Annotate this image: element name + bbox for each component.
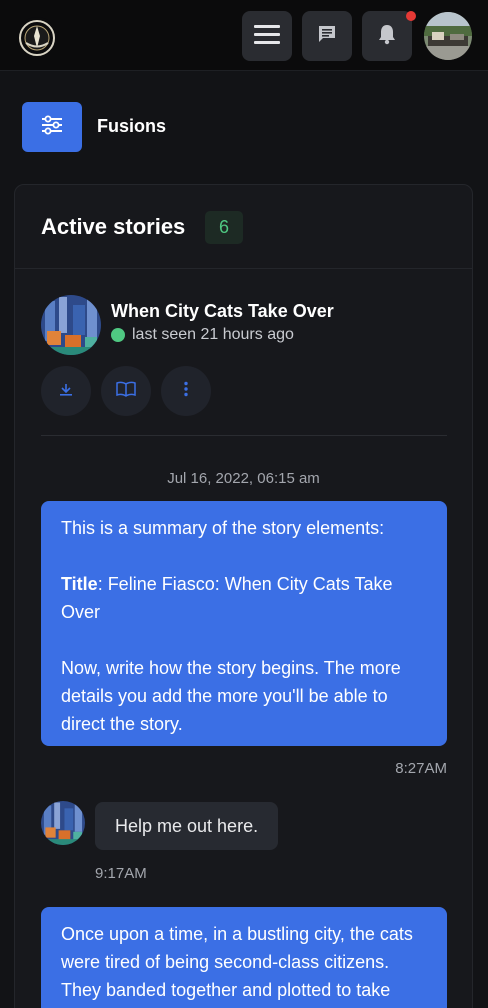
user-avatar[interactable]: [424, 12, 472, 60]
sliders-icon: [41, 115, 63, 140]
message-bubble-sent: This is a summary of the story elements:…: [41, 501, 447, 746]
panel-header: Active stories 6: [15, 185, 472, 269]
message-text: This is a summary of the story elements:: [61, 518, 385, 538]
message-time: 8:27AM: [395, 760, 447, 777]
more-vertical-icon: [183, 381, 189, 402]
last-seen-text: last seen 21 hours ago: [132, 326, 294, 343]
read-button[interactable]: [101, 366, 151, 416]
messages-button[interactable]: [302, 11, 352, 61]
story-avatar-small: [41, 801, 85, 845]
more-options-button[interactable]: [161, 366, 211, 416]
notification-dot: [406, 11, 416, 21]
message-text: Title: Feline Fiasco: When City Cats Tak…: [61, 570, 427, 626]
chat-bubble-icon: [316, 23, 338, 50]
menu-button[interactable]: [242, 11, 292, 61]
download-icon: [58, 381, 74, 402]
title-value: : Feline Fiasco: When City Cats Take Ove…: [61, 574, 393, 622]
divider: [41, 435, 447, 436]
download-button[interactable]: [41, 366, 91, 416]
hamburger-menu-icon: [254, 24, 280, 49]
fusions-label: Fusions: [97, 116, 167, 136]
panel-title: Active stories: [41, 214, 186, 239]
filters-button[interactable]: [22, 102, 82, 152]
story-avatar[interactable]: [41, 295, 101, 355]
bell-icon: [377, 23, 397, 50]
story-title[interactable]: When City Cats Take Over: [111, 301, 334, 322]
message-bubble-received: Help me out here.: [95, 802, 279, 850]
notifications-button[interactable]: [362, 11, 412, 61]
top-navbar: [0, 0, 488, 71]
message-time: 9:17AM: [95, 865, 147, 882]
emblem-logo[interactable]: [16, 17, 58, 59]
online-status-dot: [111, 328, 125, 342]
book-icon: [116, 381, 136, 402]
story-count-badge: 6: [205, 211, 243, 244]
active-stories-panel: Active stories 6 When City Cats Take Ove…: [14, 184, 473, 1008]
message-text: Now, write how the story begins. The mor…: [61, 658, 401, 734]
message-bubble-sent: Once upon a time, in a bustling city, th…: [41, 907, 447, 1008]
message-date: Jul 16, 2022, 06:15 am: [167, 470, 320, 487]
title-label: Title: [61, 574, 98, 594]
message-text: Once upon a time, in a bustling city, th…: [61, 924, 413, 1000]
